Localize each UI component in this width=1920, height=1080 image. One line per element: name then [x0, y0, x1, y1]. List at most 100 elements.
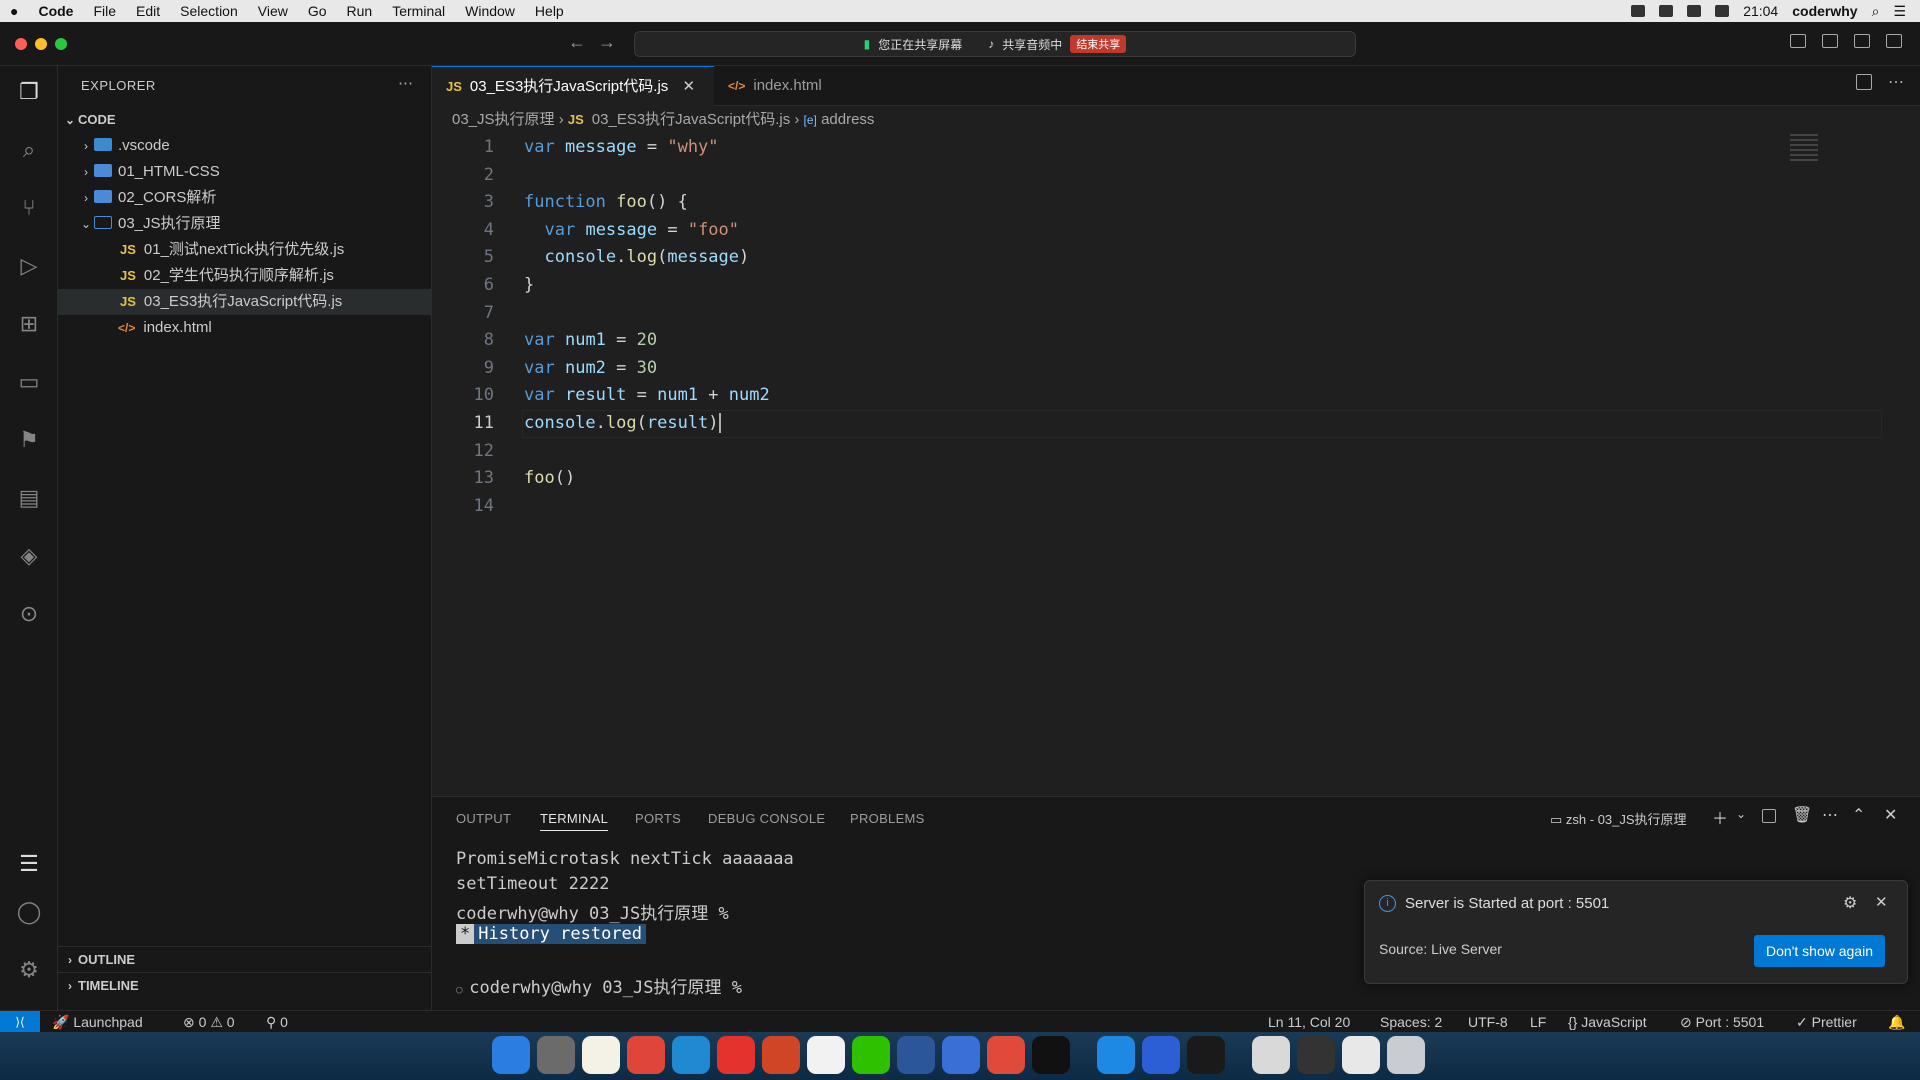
menu-file[interactable]: File: [83, 3, 126, 19]
bookmark-icon[interactable]: ⚑: [15, 426, 43, 454]
stop-sharing-button[interactable]: 结束共享: [1070, 35, 1127, 53]
panel-tab-problems[interactable]: PROBLEMS: [850, 811, 925, 826]
menu-terminal[interactable]: Terminal: [382, 3, 455, 19]
youdao-icon[interactable]: [717, 1036, 755, 1074]
prettier-item[interactable]: ✓ Prettier: [1796, 1011, 1857, 1033]
tab-index-html[interactable]: </> index.html: [714, 66, 836, 106]
remote-explorer-icon[interactable]: ▭: [15, 368, 43, 396]
close-panel-icon[interactable]: ✕: [1884, 805, 1897, 825]
minimap[interactable]: [1790, 134, 1818, 162]
tree-item-file-1[interactable]: JS 01_测试nextTick执行优先级.js: [58, 237, 432, 263]
cursor-position[interactable]: Ln 11, Col 20: [1268, 1011, 1350, 1033]
list-icon[interactable]: ☰: [15, 850, 43, 878]
menu-help[interactable]: Help: [525, 3, 574, 19]
panel-tab-debug-console[interactable]: DEBUG CONSOLE: [708, 811, 825, 826]
battery-icon[interactable]: [1715, 5, 1730, 17]
close-window-button[interactable]: [15, 38, 27, 50]
trash-app-icon[interactable]: [1387, 1036, 1425, 1074]
menu-edit[interactable]: Edit: [126, 3, 170, 19]
app-icon[interactable]: [1187, 1036, 1225, 1074]
menu-app[interactable]: Code: [28, 3, 83, 19]
apple-icon[interactable]: ●: [0, 3, 28, 19]
terminal-prompt[interactable]: ○ coderwhy@why 03_JS执行原理 %: [456, 973, 742, 998]
bluetooth-icon[interactable]: [1687, 5, 1702, 17]
timeline-section[interactable]: › TIMELINE: [58, 972, 432, 998]
new-terminal-icon[interactable]: ＋: [1712, 805, 1728, 829]
menu-selection[interactable]: Selection: [170, 3, 248, 19]
menubar-user[interactable]: coderwhy: [1792, 3, 1857, 19]
remote-indicator-icon[interactable]: ⟩⟨: [0, 1011, 40, 1033]
maximize-window-button[interactable]: [55, 38, 67, 50]
tree-item-index-html[interactable]: </> index.html: [58, 315, 432, 341]
menu-run[interactable]: Run: [337, 3, 383, 19]
toggle-panel-icon[interactable]: [1822, 34, 1838, 48]
capcut-icon[interactable]: [1032, 1036, 1070, 1074]
encoding[interactable]: UTF-8: [1468, 1011, 1508, 1033]
menu-window[interactable]: Window: [455, 3, 525, 19]
panel-more-icon[interactable]: ⋯: [1822, 805, 1838, 825]
toggle-sidebar-icon[interactable]: [1790, 34, 1806, 48]
more-actions-icon[interactable]: ⋯: [398, 74, 413, 92]
trash-icon[interactable]: 🗑: [1792, 805, 1812, 825]
notifications-bell-icon[interactable]: 🔔: [1888, 1011, 1905, 1033]
tab-es3-js[interactable]: JS 03_ES3执行JavaScript代码.js ✕: [432, 66, 714, 106]
close-tab-icon[interactable]: ✕: [682, 78, 695, 95]
explorer-icon[interactable]: ❐: [15, 78, 43, 106]
wechat-icon[interactable]: [852, 1036, 890, 1074]
meeting-icon[interactable]: [1142, 1036, 1180, 1074]
tree-item-js-principle[interactable]: ⌄ 03_JS执行原理: [58, 211, 432, 237]
terminal-app-icon[interactable]: [1297, 1036, 1335, 1074]
typora-icon[interactable]: [807, 1036, 845, 1074]
app-icon[interactable]: [942, 1036, 980, 1074]
docker-icon[interactable]: ◈: [15, 542, 43, 570]
wifi-icon[interactable]: [1659, 5, 1674, 17]
menu-view[interactable]: View: [248, 3, 298, 19]
minimize-window-button[interactable]: [35, 38, 47, 50]
toggle-secondary-sidebar-icon[interactable]: [1854, 34, 1870, 48]
window-icon[interactable]: [1342, 1036, 1380, 1074]
tree-item-file-2[interactable]: JS 02_学生代码执行顺序解析.js: [58, 263, 432, 289]
extensions-icon[interactable]: ⊞: [15, 310, 43, 338]
word-icon[interactable]: [897, 1036, 935, 1074]
menubar-clock[interactable]: 21:04: [1743, 3, 1778, 19]
panel-tab-terminal[interactable]: TERMINAL: [540, 811, 609, 831]
forward-arrow-icon[interactable]: →: [598, 32, 616, 53]
spotlight-icon[interactable]: ⌕: [1872, 3, 1880, 20]
language-mode[interactable]: {} JavaScript: [1568, 1011, 1647, 1033]
split-terminal-icon[interactable]: [1762, 809, 1776, 823]
finder-icon[interactable]: [492, 1036, 530, 1074]
account-icon[interactable]: ◯: [15, 898, 43, 926]
customize-layout-icon[interactable]: [1886, 34, 1902, 48]
editor-more-icon[interactable]: ⋯: [1888, 72, 1904, 92]
tree-item-html-css[interactable]: › 01_HTML-CSS: [58, 159, 432, 185]
tree-item-cors[interactable]: › 02_CORS解析: [58, 185, 432, 211]
launchpad-icon[interactable]: [537, 1036, 575, 1074]
ports-item[interactable]: ⚲ 0: [266, 1011, 288, 1033]
breadcrumb-symbol[interactable]: address: [821, 111, 874, 128]
vscode-icon[interactable]: [672, 1036, 710, 1074]
split-editor-icon[interactable]: [1856, 74, 1872, 90]
search-icon[interactable]: ⌕: [15, 136, 43, 164]
launchpad-item[interactable]: 🚀 Launchpad: [52, 1011, 143, 1033]
folder-icon[interactable]: ▤: [15, 484, 43, 512]
line-ending[interactable]: LF: [1530, 1011, 1546, 1033]
breadcrumb-folder[interactable]: 03_JS执行原理: [452, 111, 555, 128]
terminal-selector[interactable]: ▭ zsh - 03_JS执行原理: [1550, 809, 1687, 828]
indentation[interactable]: Spaces: 2: [1380, 1011, 1442, 1033]
outline-section[interactable]: › OUTLINE: [58, 946, 432, 972]
notification-close-icon[interactable]: ✕: [1875, 893, 1888, 911]
xmind-icon[interactable]: [987, 1036, 1025, 1074]
problems-item[interactable]: ⊗ 0 ⚠ 0: [183, 1011, 235, 1033]
notes-icon[interactable]: [582, 1036, 620, 1074]
maximize-panel-icon[interactable]: ⌃: [1852, 805, 1865, 825]
menu-go[interactable]: Go: [298, 3, 337, 19]
chevron-down-icon[interactable]: ⌄: [1736, 807, 1746, 821]
dont-show-again-button[interactable]: Don't show again: [1754, 935, 1885, 967]
notification-settings-icon[interactable]: ⚙: [1843, 893, 1857, 913]
panel-tab-output[interactable]: OUTPUT: [456, 811, 511, 826]
tree-item-file-3[interactable]: JS 03_ES3执行JavaScript代码.js: [58, 289, 432, 315]
powerpoint-icon[interactable]: [762, 1036, 800, 1074]
chrome-icon[interactable]: [627, 1036, 665, 1074]
run-debug-icon[interactable]: ▷: [15, 252, 43, 280]
live-server-port[interactable]: ⊘ Port : 5501: [1680, 1011, 1764, 1033]
